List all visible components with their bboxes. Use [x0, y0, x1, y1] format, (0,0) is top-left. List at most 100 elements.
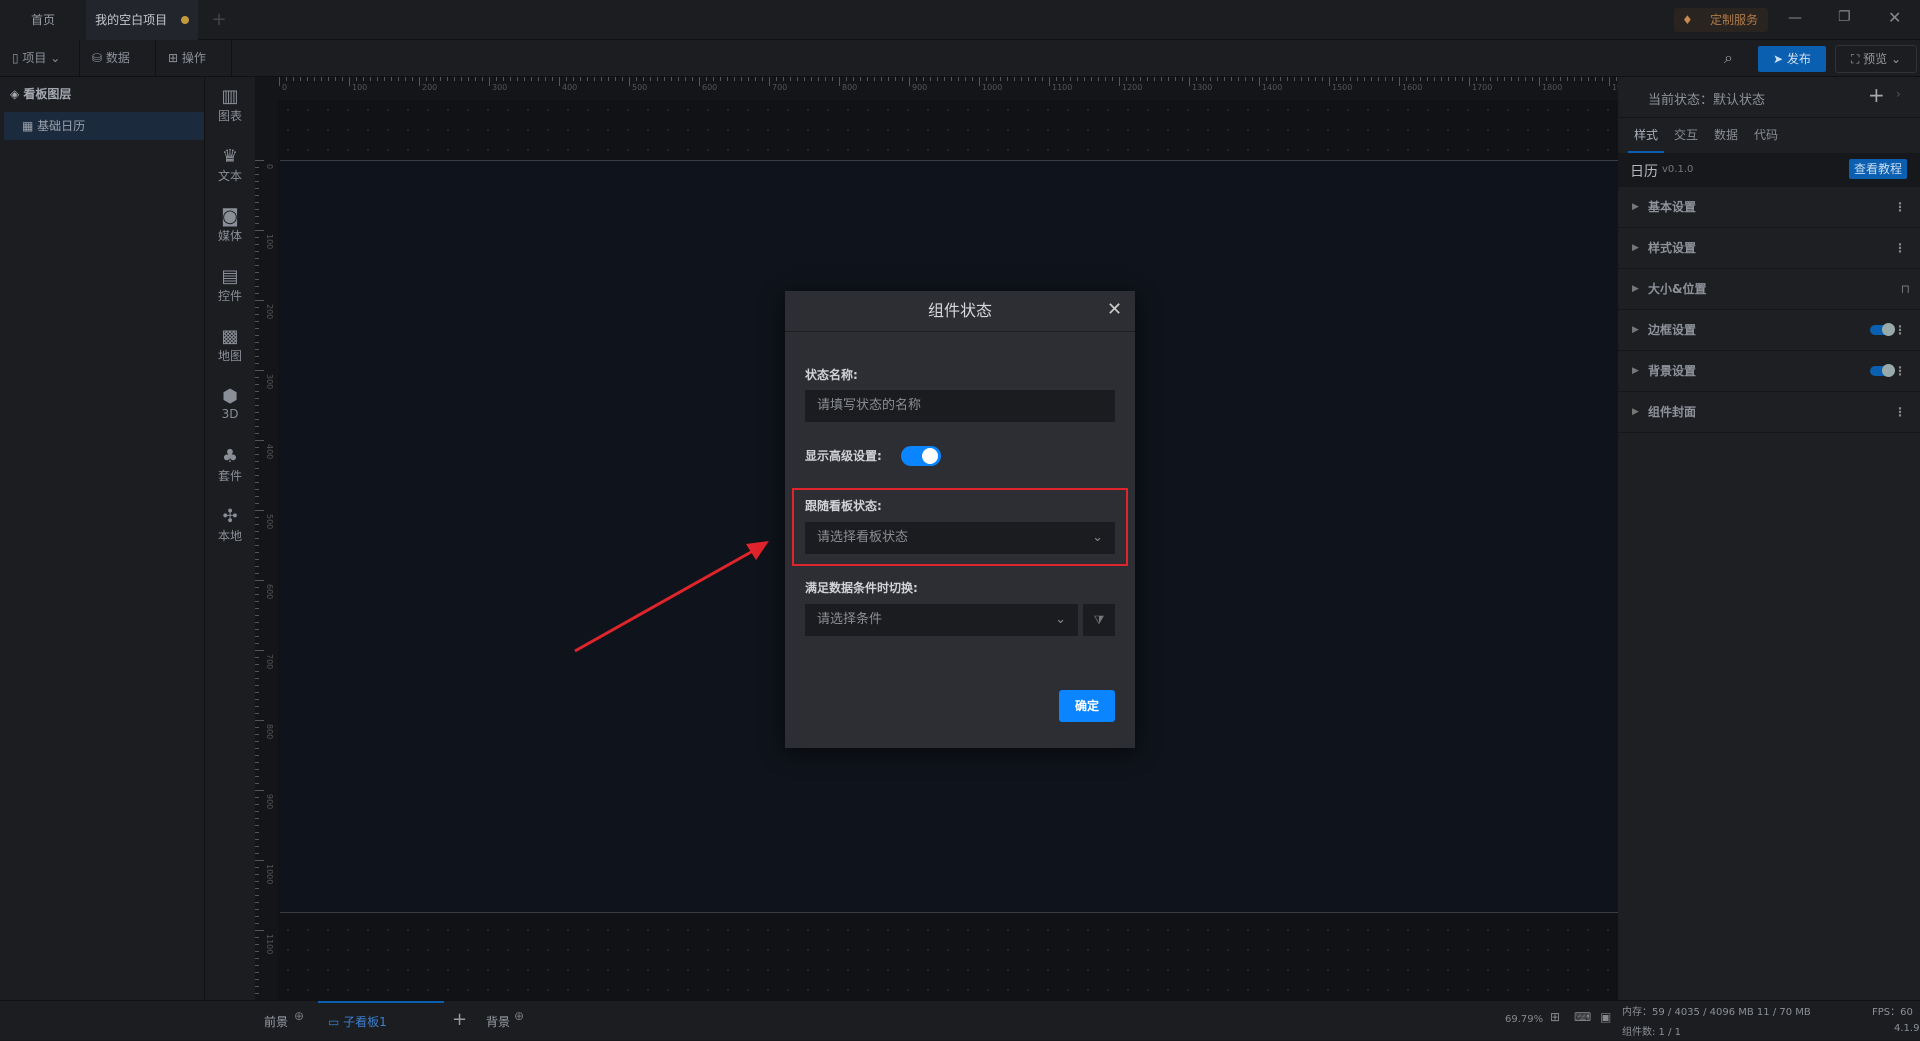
foreground-tab[interactable]: 前景 — [264, 1013, 288, 1030]
section-4[interactable]: ▶ 背景设置 ⋮ — [1618, 351, 1920, 392]
section-5[interactable]: ▶ 组件封面 ⋮ — [1618, 392, 1920, 433]
tab-0[interactable]: 样式 — [1628, 118, 1664, 153]
subboard-tab[interactable]: ▭ 子看板1 — [318, 1001, 444, 1041]
section-1[interactable]: ▶ 样式设置 ⋮ — [1618, 228, 1920, 269]
tab-1[interactable]: 交互 — [1668, 118, 1704, 153]
ruler-tick — [629, 77, 630, 86]
ruler-tick — [377, 77, 378, 81]
ruler-tick — [1539, 77, 1540, 86]
ruler-tick — [255, 496, 259, 497]
publish-button[interactable]: ➤ 发布 — [1758, 46, 1826, 72]
zoom-level[interactable]: 69.79% — [1505, 1014, 1543, 1025]
more-icon[interactable]: ⋮ — [1894, 392, 1906, 433]
tab-home[interactable]: 首页 — [0, 0, 86, 40]
more-icon[interactable]: ⋮ — [1894, 351, 1906, 392]
tutorial-button[interactable]: 查看教程 — [1849, 159, 1907, 179]
ruler-tick — [1217, 77, 1218, 81]
ruler-tick — [255, 685, 259, 686]
section-toggle[interactable] — [1870, 364, 1895, 377]
add-state-button[interactable]: + — [1868, 83, 1885, 107]
follow-state-select[interactable]: 请选择看板状态 ⌄ — [805, 522, 1115, 554]
section-3[interactable]: ▶ 边框设置 ⋮ — [1618, 310, 1920, 351]
ruler-tick — [255, 580, 264, 581]
ruler-label: 600 — [265, 584, 274, 600]
ruler-tick — [1273, 77, 1274, 81]
add-circle-icon[interactable]: ⊕ — [514, 1009, 524, 1023]
ruler-tick — [255, 979, 259, 980]
ruler-tick — [860, 77, 861, 81]
custom-service-button[interactable]: ♦ 定制服务 — [1674, 8, 1768, 32]
add-subboard-button[interactable]: + — [452, 1009, 467, 1030]
ruler-tick — [255, 510, 264, 511]
terminal-icon[interactable]: ▣ — [1600, 1010, 1611, 1024]
ruler-tick — [489, 77, 490, 86]
confirm-button[interactable]: 确定 — [1059, 690, 1115, 722]
ruler-tick — [255, 531, 259, 532]
tab-project[interactable]: 我的空白项目 — [86, 0, 198, 40]
component-puzzle[interactable]: ✣ 本地 — [205, 507, 255, 544]
keyboard-icon[interactable]: ⌨ — [1574, 1010, 1591, 1024]
add-circle-icon[interactable]: ⊕ — [294, 1009, 304, 1023]
menu-data[interactable]: ⛁ 数据 ⌄ — [80, 40, 156, 102]
close-icon[interactable]: ✕ — [1107, 299, 1122, 320]
ruler-tick — [790, 77, 791, 81]
search-icon[interactable]: ⌕ — [1724, 48, 1733, 68]
ruler-label: 0 — [282, 83, 288, 92]
advanced-toggle[interactable] — [901, 446, 941, 466]
annotation-arrow — [574, 541, 769, 653]
ruler-tick — [255, 237, 259, 238]
more-icon[interactable]: ⋮ — [1894, 187, 1906, 228]
ruler-tick — [1238, 77, 1239, 81]
menu-project[interactable]: ▯ 项目 ⌄ — [0, 40, 80, 77]
minimize-button[interactable]: — — [1788, 10, 1802, 26]
component-list[interactable]: ▤ 控件 — [205, 267, 255, 304]
ruler-tick — [279, 77, 280, 86]
component-version: v0.1.0 — [1662, 164, 1694, 175]
component-label: 套件 — [217, 469, 242, 483]
layer-item-label: 基础日历 — [37, 119, 86, 133]
component-cube[interactable]: ⬢ 3D — [205, 387, 255, 422]
fit-screen-icon[interactable]: ⊞ — [1550, 1010, 1560, 1024]
section-label: 基本设置 — [1648, 200, 1697, 214]
ruler-label: 1000 — [265, 864, 274, 885]
chevron-right-icon[interactable]: › — [1896, 87, 1901, 101]
component-shirt[interactable]: ♣ 套件 — [205, 447, 255, 484]
preview-button[interactable]: ⛶ 预览 ⌄ — [1835, 45, 1917, 73]
condition-select[interactable]: 请选择条件 ⌄ — [805, 604, 1078, 636]
menu-operation[interactable]: ⊞ 操作 ⌄ — [156, 40, 232, 102]
ruler-tick — [1497, 77, 1498, 81]
section-toggle[interactable] — [1870, 323, 1895, 336]
component-map[interactable]: ▩ 地图 — [205, 327, 255, 364]
section-label: 样式设置 — [1648, 241, 1697, 255]
ruler-tick — [1455, 77, 1456, 81]
background-tab[interactable]: 背景 — [486, 1013, 510, 1030]
lock-icon[interactable]: ⊓ — [1901, 269, 1910, 310]
section-0[interactable]: ▶ 基本设置 ⋮ — [1618, 187, 1920, 228]
tab-3[interactable]: 代码 — [1748, 118, 1784, 153]
ruler-tick — [1518, 77, 1519, 81]
ruler-tick — [559, 77, 560, 86]
ruler-tick — [797, 77, 798, 81]
ruler-tick — [255, 713, 259, 714]
ruler-tick — [447, 77, 448, 81]
restore-button[interactable]: ❐ — [1838, 9, 1851, 25]
tab-2[interactable]: 数据 — [1708, 118, 1744, 153]
component-bar-chart[interactable]: ▥ 图表 — [205, 87, 255, 124]
component-camera[interactable]: ◙ 媒体 — [205, 207, 255, 244]
more-icon[interactable]: ⋮ — [1894, 310, 1906, 351]
ruler-tick — [643, 77, 644, 81]
more-icon[interactable]: ⋮ — [1894, 228, 1906, 269]
ruler-tick — [916, 77, 917, 81]
section-2[interactable]: ▶ 大小&位置 ⊓ — [1618, 269, 1920, 310]
close-window-button[interactable]: ✕ — [1888, 8, 1901, 27]
state-name-input[interactable]: 请填写状态的名称 — [805, 390, 1115, 422]
add-filter-button[interactable]: ⧩ — [1083, 604, 1115, 636]
ruler-tick — [839, 77, 840, 86]
ruler-tick — [1378, 77, 1379, 81]
ruler-tick — [255, 384, 259, 385]
ruler-label: 400 — [562, 83, 578, 92]
layer-item[interactable]: ▦ 基础日历 — [4, 112, 204, 140]
add-tab-button[interactable]: + — [204, 0, 234, 40]
component-crown[interactable]: ♛ 文本 — [205, 147, 255, 184]
ruler-tick — [944, 77, 945, 81]
